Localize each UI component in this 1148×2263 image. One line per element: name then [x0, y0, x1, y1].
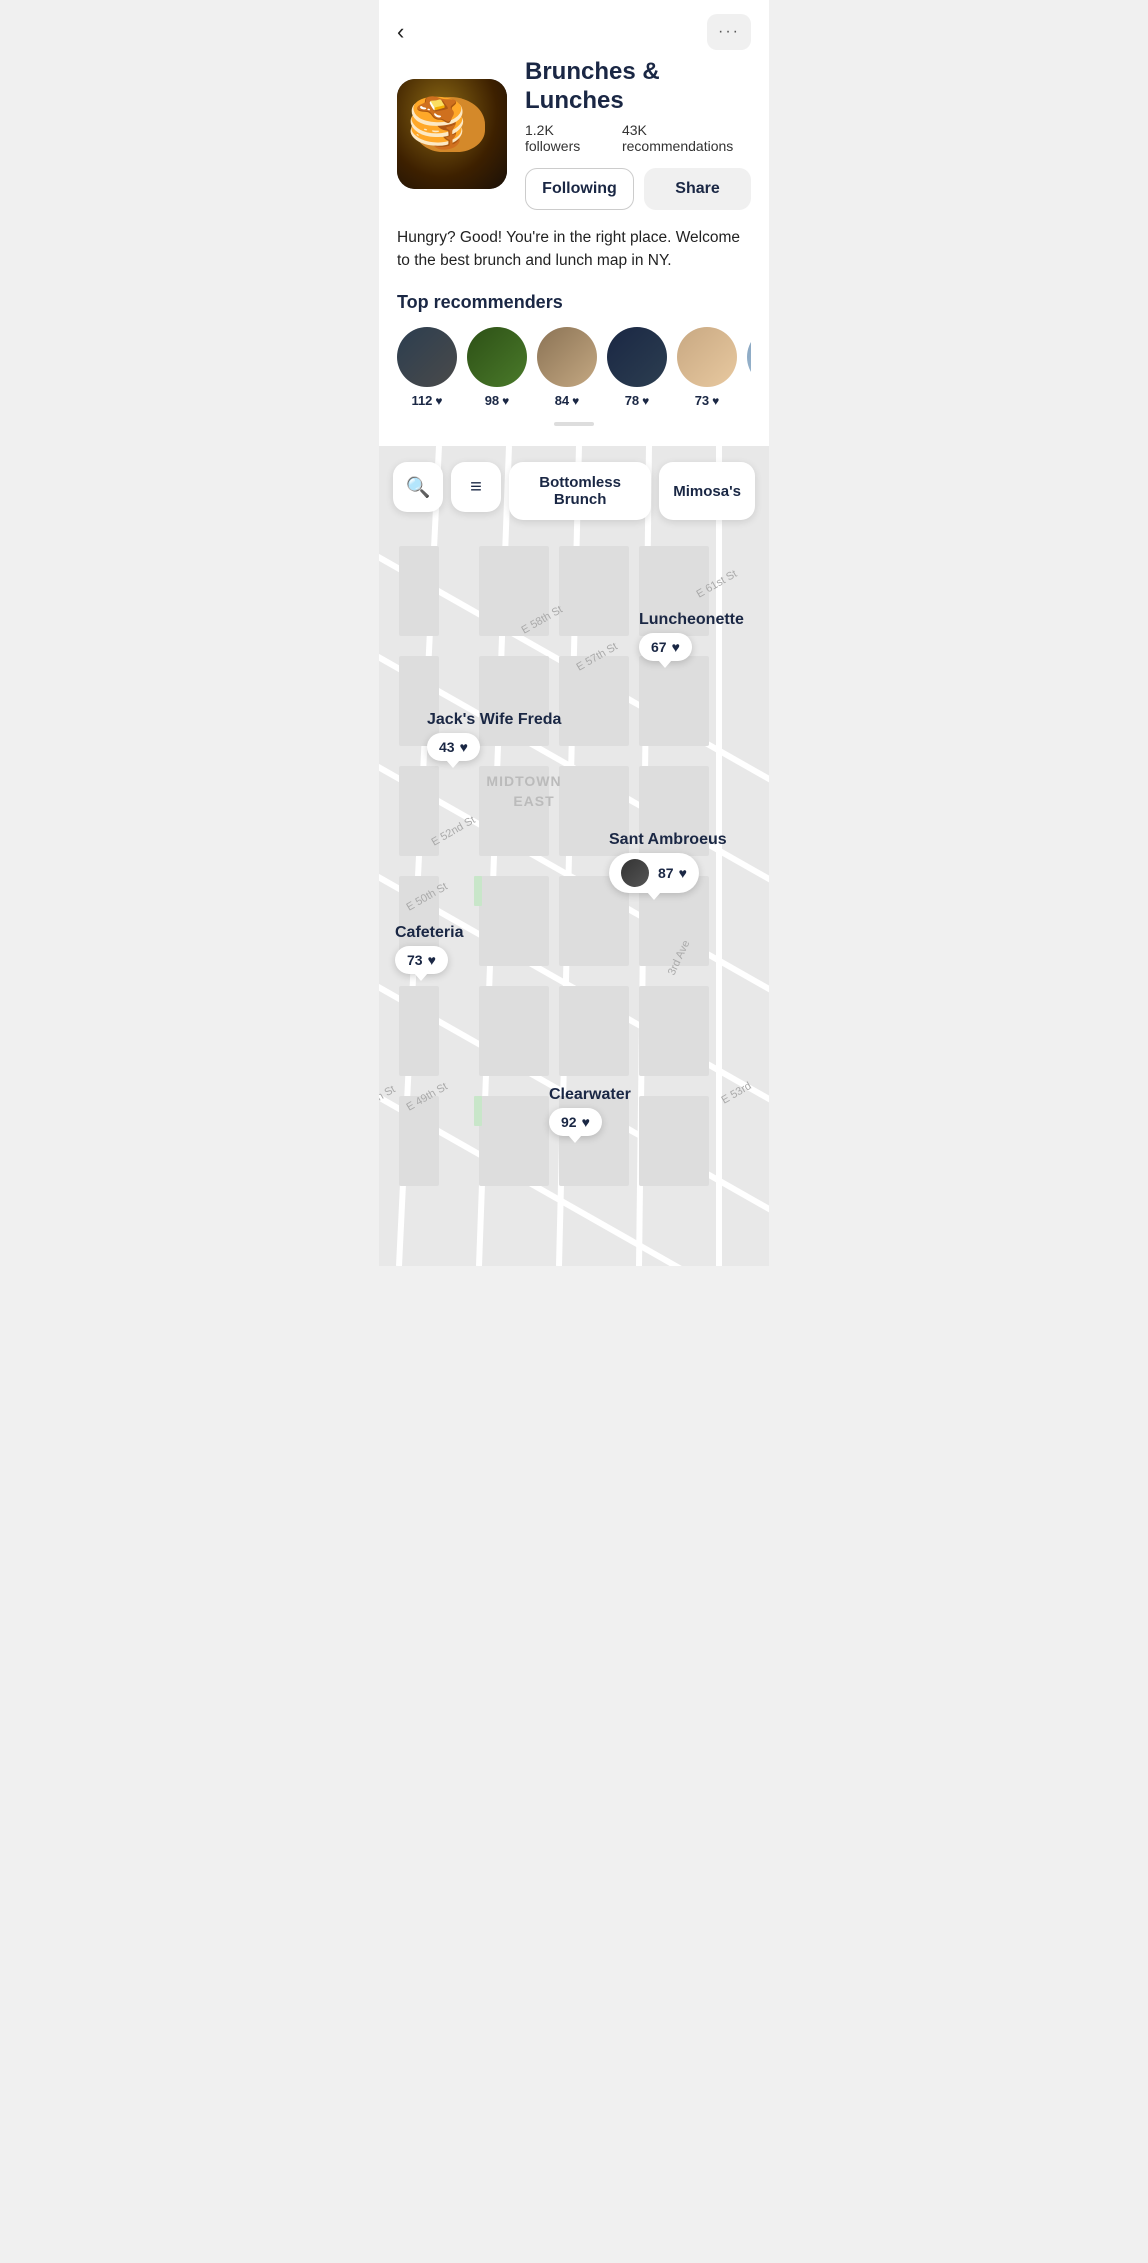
top-navigation: ‹ ···	[379, 0, 769, 58]
map-pin-jacks[interactable]: 43 ♥	[427, 733, 480, 761]
recommender-item[interactable]: 73 ♥	[677, 327, 737, 408]
avatar	[397, 327, 457, 387]
map-pin-clearwater[interactable]: 92 ♥	[549, 1108, 602, 1136]
recommender-item[interactable]: 98 ♥	[467, 327, 527, 408]
following-button[interactable]: Following	[525, 168, 634, 210]
bottomless-brunch-filter[interactable]: Bottomless Brunch	[509, 462, 651, 520]
recommender-count: 78 ♥	[625, 393, 650, 408]
share-button[interactable]: Share	[644, 168, 751, 210]
profile-bio: Hungry? Good! You're in the right place.…	[397, 226, 751, 273]
avatar	[607, 327, 667, 387]
luncheonette-place[interactable]: Luncheonette 67 ♥	[639, 611, 744, 633]
recommender-item[interactable]: 67 ♥	[747, 327, 751, 408]
heart-icon: ♥	[428, 952, 436, 968]
recommenders-row: 112 ♥ 98 ♥ 84 ♥ 78 ♥	[397, 327, 751, 408]
place-name: Cafeteria	[395, 924, 463, 942]
avatar	[467, 327, 527, 387]
profile-stats: 1.2K followers 43K recommendations	[525, 122, 751, 154]
recommender-item[interactable]: 84 ♥	[537, 327, 597, 408]
heart-icon: ♥	[712, 394, 719, 408]
mimosas-filter[interactable]: Mimosa's	[659, 462, 755, 520]
recommendations-stat: 43K recommendations	[622, 122, 751, 154]
profile-info: Brunches & Lunches 1.2K followers 43K re…	[525, 58, 751, 210]
recommender-count: 98 ♥	[485, 393, 510, 408]
profile-name: Brunches & Lunches	[525, 58, 751, 116]
heart-icon: ♥	[679, 865, 687, 881]
recommender-count: 73 ♥	[695, 393, 720, 408]
heart-icon: ♥	[435, 394, 442, 408]
heart-icon: ♥	[642, 394, 649, 408]
profile-section: Brunches & Lunches 1.2K followers 43K re…	[379, 58, 769, 446]
map-pin-luncheonette[interactable]: 67 ♥	[639, 633, 692, 661]
avatar	[677, 327, 737, 387]
pin-avatar	[621, 859, 649, 887]
back-button[interactable]: ‹	[397, 19, 404, 45]
avatar	[537, 327, 597, 387]
recommender-item[interactable]: 112 ♥	[397, 327, 457, 408]
map-pin-sant[interactable]: 87 ♥	[609, 853, 699, 893]
place-name: Jack's Wife Freda	[427, 711, 561, 729]
heart-icon: ♥	[572, 394, 579, 408]
filter-options-button[interactable]: ≡	[451, 462, 501, 512]
recommender-count: 112 ♥	[411, 393, 442, 408]
cafeteria-place[interactable]: Cafeteria 73 ♥	[395, 924, 463, 946]
clearwater-place[interactable]: Clearwater 92 ♥	[549, 1086, 631, 1108]
map-pin-cafeteria[interactable]: 73 ♥	[395, 946, 448, 974]
svg-text:MIDTOWN: MIDTOWN	[486, 773, 561, 789]
profile-actions: Following Share	[525, 168, 751, 210]
heart-icon: ♥	[672, 639, 680, 655]
map-background: E 58th St E 57th St E 61st St E 52nd St …	[379, 446, 769, 1266]
place-name: Sant Ambroeus	[609, 831, 727, 849]
avatar	[747, 327, 751, 387]
sant-ambroeus-place[interactable]: Sant Ambroeus 87 ♥	[609, 831, 727, 853]
search-filter-button[interactable]: 🔍	[393, 462, 443, 512]
food-image	[397, 79, 507, 189]
place-name: Clearwater	[549, 1086, 631, 1104]
filter-icon: ≡	[470, 476, 482, 499]
map-filters: 🔍 ≡ Bottomless Brunch Mimosa's	[393, 462, 755, 520]
more-options-button[interactable]: ···	[707, 14, 751, 50]
profile-avatar	[397, 79, 507, 189]
profile-header: Brunches & Lunches 1.2K followers 43K re…	[397, 58, 751, 210]
recommender-item[interactable]: 78 ♥	[607, 327, 667, 408]
svg-text:EAST: EAST	[513, 793, 554, 809]
jacks-wife-freda-place[interactable]: Jack's Wife Freda 43 ♥	[427, 711, 561, 733]
map-section: E 58th St E 57th St E 61st St E 52nd St …	[379, 446, 769, 1266]
heart-icon: ♥	[502, 394, 509, 408]
place-name: Luncheonette	[639, 611, 744, 629]
search-icon: 🔍	[406, 475, 431, 500]
heart-icon: ♥	[460, 739, 468, 755]
followers-stat: 1.2K followers	[525, 122, 606, 154]
heart-icon: ♥	[582, 1114, 590, 1130]
top-recommenders-title: Top recommenders	[397, 292, 751, 313]
divider-bar	[554, 422, 594, 426]
recommender-count: 84 ♥	[555, 393, 580, 408]
